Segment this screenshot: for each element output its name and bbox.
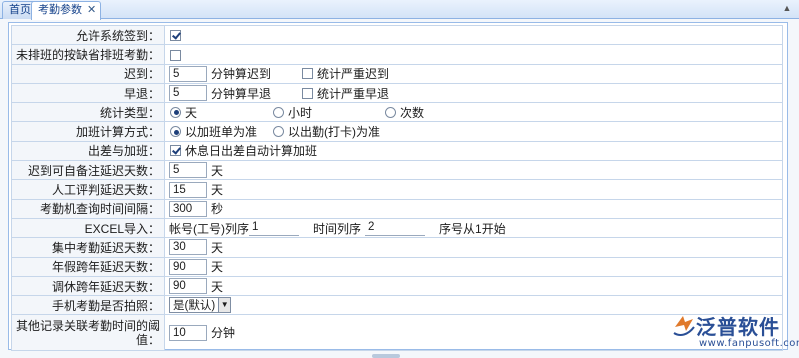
excel-import-label: EXCEL导入： (10, 217, 166, 239)
central-days-unit: 天 (211, 240, 224, 255)
allow-signin-label: 允许系统签到： (10, 24, 166, 46)
stat-type-hour-radio[interactable] (273, 106, 285, 118)
stat-type-label: 统计类型： (10, 102, 166, 123)
comp-cross-days-input[interactable]: 90 (169, 278, 208, 294)
allow-signin-checkbox[interactable] (170, 30, 182, 42)
row-allow-signin: 允许系统签到： (10, 24, 783, 46)
tab-attendance-params-label: 考勤参数 (38, 4, 82, 16)
serious-late-checkbox[interactable] (302, 68, 314, 80)
logo-url: www.fanpusoft.com (699, 338, 799, 349)
late-note-days-unit: 天 (211, 163, 224, 178)
resize-handle[interactable] (372, 354, 400, 358)
row-comp-cross-days: 调休跨年延迟天数： 90 天 (10, 275, 783, 297)
ot-calc-slip-label: 以加班单为准 (185, 125, 258, 140)
stat-type-day-radio[interactable] (170, 106, 182, 118)
stat-type-count-label: 次数 (400, 105, 425, 120)
logo-brand: 泛普软件 (696, 315, 780, 339)
trip-ot-label: 出差与加班： (10, 140, 166, 162)
time-column-label: 时间列序 (313, 221, 362, 236)
early-minutes-input[interactable]: 5 (169, 85, 208, 102)
fanpu-logo-icon (673, 316, 695, 336)
query-interval-input[interactable]: 300 (169, 200, 208, 217)
mobile-photo-select[interactable]: 是(默认) ▼ (169, 297, 232, 314)
row-trip-ot: 出差与加班： 休息日出差自动计算加班 (10, 140, 783, 162)
stat-type-count-radio[interactable] (385, 106, 397, 118)
dropdown-arrow-icon[interactable]: ▼ (218, 298, 231, 313)
query-interval-label: 考勤机查询时间间隔： (10, 198, 166, 219)
fanpu-logo: 泛普软件 www.fanpusoft.com (672, 311, 799, 355)
row-late-note-days: 迟到可自备注延迟天数： 5 天 (10, 160, 783, 181)
other-link-unit: 分钟 (211, 326, 236, 341)
late-note-days-input[interactable]: 5 (169, 162, 208, 179)
comp-cross-days-unit: 天 (211, 279, 224, 294)
settings-form: 允许系统签到： 未排班的按缺省排班考勤： 迟到： 5 分钟算迟到 统计严重迟到 … (10, 24, 783, 352)
row-manual-eval-days: 人工评判延迟天数： 15 天 (10, 179, 783, 200)
unscheduled-label: 未排班的按缺省排班考勤： (10, 44, 166, 65)
trip-ot-checkbox[interactable] (170, 145, 182, 157)
serious-late-label: 统计严重迟到 (317, 67, 390, 82)
row-central-days: 集中考勤延迟天数： 30 天 (10, 237, 783, 258)
row-unscheduled: 未排班的按缺省排班考勤： (10, 44, 783, 65)
stat-type-hour-label: 小时 (288, 105, 313, 120)
late-unit: 分钟算迟到 (211, 67, 272, 82)
mobile-photo-selected: 是(默认) (173, 300, 216, 313)
ot-calc-punch-radio[interactable] (273, 126, 285, 138)
unscheduled-checkbox[interactable] (170, 49, 182, 61)
row-stat-type: 统计类型： 天 小时 次数 (10, 102, 783, 123)
row-other-link: 其他记录关联考勤时间的阈值： 10 分钟 (10, 314, 783, 352)
query-interval-unit: 秒 (211, 202, 224, 217)
ot-calc-slip-radio[interactable] (170, 126, 182, 138)
excel-import-note: 序号从1开始 (439, 221, 506, 236)
central-days-label: 集中考勤延迟天数： (10, 237, 166, 258)
serious-early-checkbox[interactable] (302, 87, 314, 99)
attendance-settings-panel: 允许系统签到： 未排班的按缺省排班考勤： 迟到： 5 分钟算迟到 统计严重迟到 … (8, 22, 788, 352)
tab-home-label: 首页 (9, 4, 31, 16)
row-late: 迟到： 5 分钟算迟到 统计严重迟到 (10, 63, 783, 84)
tab-attendance-params[interactable]: 考勤参数 ✕ (31, 1, 102, 20)
row-excel-import: EXCEL导入： 帐号(工号)列序 1 时间列序 2 序号从1开始 (10, 217, 783, 239)
other-link-label: 其他记录关联考勤时间的阈值： (10, 314, 166, 352)
early-unit: 分钟算早退 (211, 86, 272, 101)
row-mobile-photo: 手机考勤是否拍照： 是(默认) ▼ (10, 295, 783, 316)
central-days-input[interactable]: 30 (169, 239, 208, 256)
close-icon[interactable]: ✕ (87, 4, 96, 16)
trip-ot-option-label: 休息日出差自动计算加班 (185, 144, 318, 159)
annual-cross-days-label: 年假跨年延迟天数： (10, 256, 166, 277)
manual-eval-days-unit: 天 (211, 183, 224, 198)
ot-calc-punch-label: 以出勤(打卡)为准 (288, 125, 381, 140)
ot-calc-label: 加班计算方式： (10, 121, 166, 142)
row-early: 早退： 5 分钟算早退 统计严重早退 (10, 82, 783, 104)
other-link-input[interactable]: 10 (169, 324, 208, 341)
scroll-up-icon[interactable]: ▲ (781, 2, 793, 14)
row-ot-calc: 加班计算方式： 以加班单为准 以出勤(打卡)为准 (10, 121, 783, 142)
annual-cross-days-input[interactable]: 90 (169, 258, 208, 275)
late-label: 迟到： (10, 63, 166, 84)
row-annual-cross-days: 年假跨年延迟天数： 90 天 (10, 256, 783, 277)
stat-type-day-label: 天 (185, 105, 198, 120)
tab-strip: 首页 考勤参数 ✕ ▲ (0, 0, 799, 20)
early-label: 早退： (10, 82, 166, 104)
serious-early-label: 统计严重早退 (317, 86, 390, 101)
account-column-label: 帐号(工号)列序 (169, 221, 250, 236)
comp-cross-days-label: 调休跨年延迟天数： (10, 275, 166, 297)
late-minutes-input[interactable]: 5 (169, 65, 208, 82)
time-column-input[interactable]: 2 (365, 220, 426, 237)
manual-eval-days-input[interactable]: 15 (169, 181, 208, 198)
row-query-interval: 考勤机查询时间间隔： 300 秒 (10, 198, 783, 219)
manual-eval-days-label: 人工评判延迟天数： (10, 179, 166, 200)
late-note-days-label: 迟到可自备注延迟天数： (10, 160, 166, 181)
annual-cross-days-unit: 天 (211, 260, 224, 275)
account-column-input[interactable]: 1 (249, 220, 300, 237)
mobile-photo-label: 手机考勤是否拍照： (10, 295, 166, 316)
